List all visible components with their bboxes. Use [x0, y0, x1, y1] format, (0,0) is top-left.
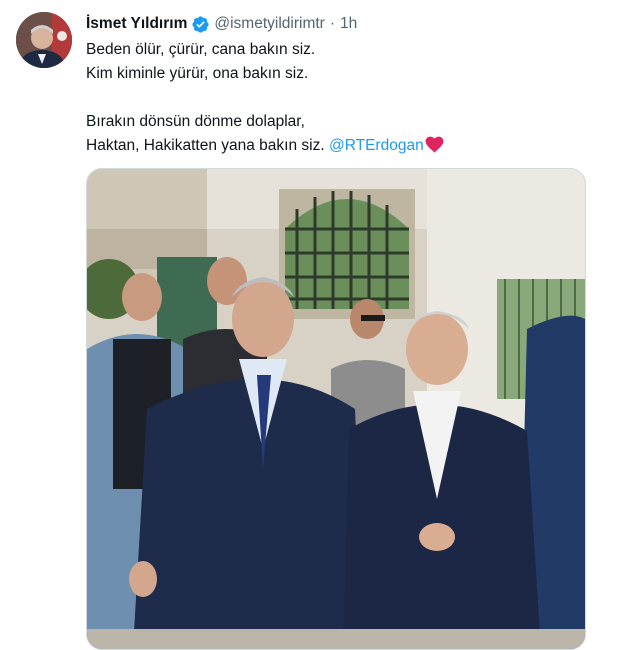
tweet-text-last-line: Haktan, Hakikatten yana bakın siz. @RTEr…	[86, 134, 596, 158]
tweet[interactable]: İsmet Yıldırım @ismetyildirimtr · 1h Bed…	[0, 0, 640, 650]
tweet-text-line: Kim kiminle yürür, ona bakın siz.	[86, 65, 309, 82]
tweet-text-line: Beden ölür, çürür, cana bakın siz.	[86, 41, 316, 58]
red-heart-icon	[425, 136, 444, 153]
tweet-photo[interactable]	[86, 168, 586, 650]
author-handle[interactable]: @ismetyildirimtr	[214, 13, 324, 35]
author-display-name[interactable]: İsmet Yıldırım	[86, 13, 187, 35]
tweet-text-line: Bırakın dönsün dönme dolaplar,	[86, 113, 305, 130]
tweet-timestamp[interactable]: 1h	[340, 13, 357, 35]
author-avatar[interactable]	[16, 12, 72, 68]
header-separator: ·	[329, 15, 335, 32]
verified-badge-icon	[191, 15, 210, 34]
tweet-text-blank-line	[86, 86, 596, 110]
tweet-text-line: Haktan, Hakikatten yana bakın siz.	[86, 137, 329, 154]
tweet-text: Beden ölür, çürür, cana bakın siz. Kim k…	[86, 38, 596, 158]
tweet-header: İsmet Yıldırım @ismetyildirimtr · 1h	[86, 13, 357, 35]
mention-link[interactable]: @RTErdogan	[329, 137, 424, 154]
